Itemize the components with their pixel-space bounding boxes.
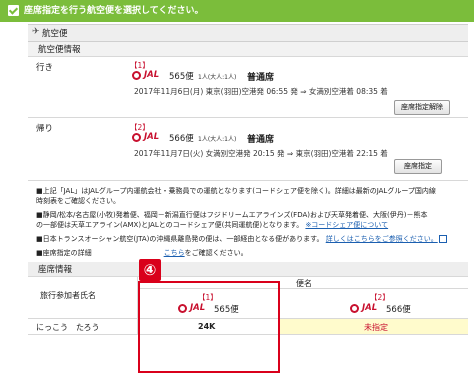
note-seat-details: ■座席指定の詳細 こちらをご確認ください。 [36, 248, 466, 258]
jal-crane-icon [132, 133, 141, 142]
segment-label: 帰り [36, 124, 54, 134]
checkmark-icon [8, 5, 19, 16]
seat-info-header: 座席情報 [28, 262, 468, 277]
banner-text: 座席指定を行う航空便を選択してください。 [24, 6, 204, 16]
seat-cell-2[interactable]: 未指定 [280, 319, 468, 335]
flight-schedule: 2017年11月6日(月) 東京(羽田)空港発 06:55 発 ⇒ 女満別空港着… [134, 87, 388, 96]
note-text: ■静岡/松本/名古屋(小牧)発着便、福岡－新潟直行便はフジドリームエアラインズ(… [36, 211, 428, 219]
passenger-column-header: 旅行参加者氏名 [28, 277, 138, 319]
note-text: ■座席指定の詳細 [36, 249, 92, 257]
flight-number: 566便 [169, 134, 194, 144]
seat-info-title: 座席情報 [38, 265, 73, 275]
passenger-count: 1人(大人:1人) [198, 74, 237, 81]
flight-number: 566便 [386, 305, 411, 315]
seat-status: 未指定 [364, 323, 388, 332]
note-text: の一部便は天草エアライン(AMX)とJALとのコードシェア便(共同運航便)となり… [36, 221, 304, 229]
note-text: をご確認ください。 [184, 249, 248, 257]
segment-return: 帰り 【2】 JAL 566便 1人(大人:1人) 普通席 2017年11月7日… [28, 118, 468, 181]
airline-code: JAL [144, 132, 160, 142]
note-text: ■上記「JAL」はJALグループ内運航会社・乗務員での運航となります(コードシェ… [36, 187, 436, 195]
section-title: 航空便 [42, 29, 68, 39]
fare-class: 普通席 [247, 73, 275, 83]
flight-info-title: 航空便情報 [38, 45, 81, 55]
codeshare-link[interactable]: ※コードシェア便について [305, 221, 388, 229]
flight-info-header: 航空便情報 [28, 42, 468, 57]
passenger-name: にっこう たろう [36, 323, 100, 332]
note-jal-operation: ■上記「JAL」はJALグループ内運航会社・乗務員での運航となります(コードシェ… [36, 186, 466, 206]
callout-badge: ④ [139, 259, 161, 281]
instruction-banner: 座席指定を行う航空便を選択してください。 [0, 0, 474, 22]
flight-number: 565便 [169, 72, 194, 82]
airplane-icon: ✈ [32, 27, 40, 37]
note-text: ■日本トランスオーシャン航空(JTA)の沖縄県離島発の便は、一部経由となる便があ… [36, 235, 324, 243]
seat-details-link[interactable]: こちら [164, 249, 185, 257]
flight-schedule: 2017年11月7日(火) 女満別空港発 20:15 発 ⇒ 東京(羽田)空港着… [134, 149, 388, 158]
passenger-count: 1人(大人:1人) [198, 136, 237, 143]
jal-crane-icon [350, 304, 359, 313]
airline-code: JAL [362, 303, 378, 313]
segment-number: 【2】 [370, 293, 390, 302]
jta-details-link[interactable]: 詳しくはこちらをご参照ください。 [326, 235, 438, 243]
flight-panel: ✈ 航空便 航空便情報 行き 【1】 JAL 565便 1人(大人:1人) 普通… [28, 22, 468, 373]
select-seat-button[interactable]: 座席指定 [394, 159, 442, 174]
note-jta: ■日本トランスオーシャン航空(JTA)の沖縄県離島発の便は、一部経由となる便があ… [36, 234, 466, 244]
passenger-name-cell: にっこう たろう [28, 319, 138, 335]
note-codeshare: ■静岡/松本/名古屋(小牧)発着便、福岡－新潟直行便はフジドリームエアラインズ(… [36, 210, 466, 230]
jal-crane-icon [132, 71, 141, 80]
column-label: 便名 [296, 279, 312, 288]
segment-label: 行き [36, 63, 54, 73]
callout-highlight-box [138, 281, 280, 373]
note-text: 時刻表をご確認ください。 [36, 197, 120, 205]
column-label: 旅行参加者氏名 [40, 291, 96, 300]
external-link-icon [438, 235, 447, 243]
cancel-seat-button[interactable]: 座席指定解除 [394, 100, 450, 115]
flight-section-header: ✈ 航空便 [28, 24, 468, 42]
airline-code: JAL [144, 70, 160, 80]
segment-outbound: 行き 【1】 JAL 565便 1人(大人:1人) 普通席 2017年11月6日… [28, 57, 468, 118]
flight-header-cell-2[interactable]: 【2】 JAL 566便 [280, 289, 468, 319]
fare-class: 普通席 [247, 135, 275, 145]
